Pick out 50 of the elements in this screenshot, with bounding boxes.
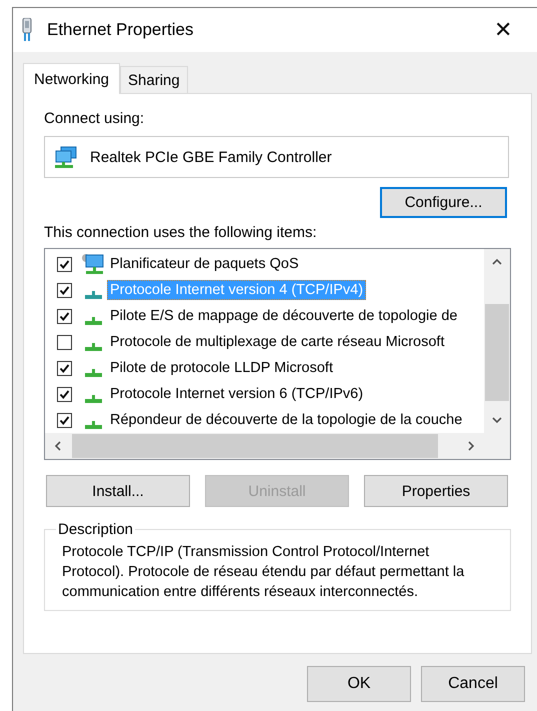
checkmark-icon — [59, 258, 70, 270]
network-protocol-icon — [85, 368, 102, 376]
dialog-button[interactable]: OK — [307, 666, 411, 702]
items-label: This connection uses the following items: — [44, 224, 318, 243]
description-legend: Description — [56, 521, 136, 538]
ethernet-plug-icon — [21, 18, 33, 42]
list-item[interactable]: Protocole de multiplexage de carte réseau Microsoft — [107, 332, 448, 352]
checkbox[interactable] — [57, 282, 72, 298]
checkbox[interactable] — [57, 360, 72, 376]
list-item[interactable]: Pilote de protocole LLDP Microsoft — [107, 358, 336, 378]
close-button[interactable]: ✕ — [482, 17, 524, 43]
tab[interactable]: Sharing — [120, 66, 188, 93]
checkbox[interactable] — [57, 386, 72, 402]
scroll-left-icon — [54, 441, 61, 451]
scroll-up-icon — [492, 258, 502, 265]
checkmark-icon — [59, 414, 70, 426]
configure-button[interactable]: Configure... — [380, 187, 507, 218]
checkbox[interactable] — [57, 412, 72, 428]
network-protocol-icon — [85, 316, 102, 324]
scrollbar-thumb[interactable] — [485, 304, 509, 401]
list-item[interactable]: Pilote E/S de mappage de découverte de topologie de — [107, 306, 460, 326]
adapter-field: Realtek PCIe GBE Family Controller — [44, 136, 509, 178]
network-adapter-icon — [54, 146, 78, 168]
scroll-down-icon — [492, 417, 502, 424]
vertical-scrollbar[interactable] — [484, 249, 510, 433]
checkbox[interactable] — [57, 308, 72, 324]
checkmark-icon — [59, 310, 70, 322]
network-service-icon — [81, 253, 105, 275]
network-protocol-icon — [85, 290, 102, 298]
list-item[interactable]: Protocole Internet version 6 (TCP/IPv6) — [107, 384, 366, 404]
network-protocol-icon — [85, 394, 102, 402]
checkmark-icon — [59, 284, 70, 296]
dialog-button[interactable]: Cancel — [421, 666, 525, 702]
checkmark-icon — [59, 388, 70, 400]
horizontal-scrollbar[interactable] — [45, 433, 484, 459]
item-button[interactable]: Install... — [46, 475, 190, 507]
scrollbar-thumb[interactable] — [72, 434, 438, 458]
list-item[interactable]: Répondeur de découverte de la topologie de la couche — [107, 410, 466, 430]
checkbox[interactable] — [57, 334, 72, 350]
connect-using-label: Connect using: — [44, 110, 146, 129]
network-protocol-icon — [85, 342, 102, 350]
description-text: Protocole TCP/IP (Transmission Control Protocol/Internet Protocol). Protocole de réseau étendu par défaut permettant la communication entre différents réseaux interconnectés. — [62, 543, 466, 602]
list-item[interactable]: Planificateur de paquets QoS — [107, 254, 302, 274]
tab[interactable]: Networking — [23, 63, 120, 94]
network-protocol-icon — [85, 420, 102, 428]
scroll-right-icon — [468, 441, 475, 451]
checkmark-icon — [59, 362, 70, 374]
item-button[interactable]: Properties — [364, 475, 508, 507]
checkbox[interactable] — [57, 256, 72, 272]
window-title: Ethernet Properties — [47, 20, 194, 40]
